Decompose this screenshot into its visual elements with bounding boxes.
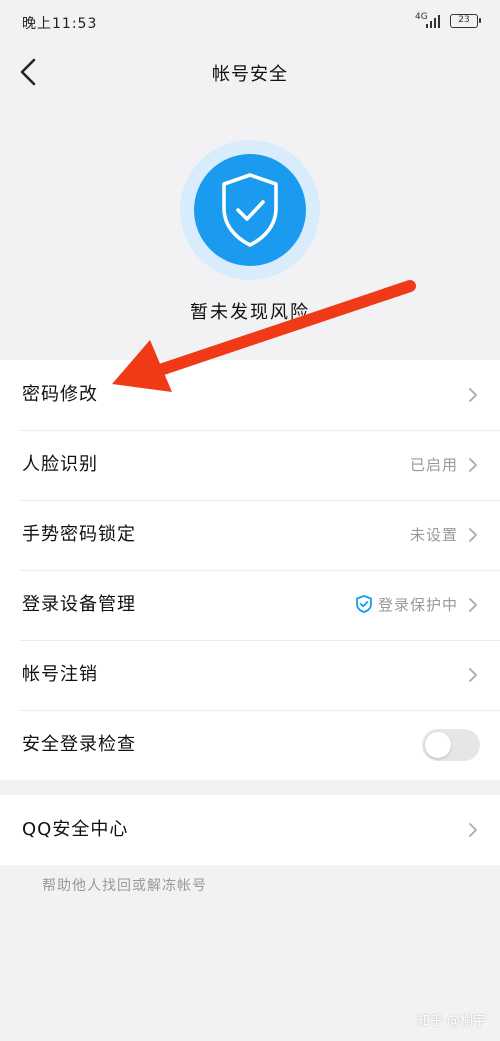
row-label: QQ安全中心 — [22, 819, 129, 840]
row-value: 登录保护中 — [377, 596, 458, 614]
row-label: 人脸识别 — [22, 454, 98, 475]
help-others-link[interactable]: 帮助他人找回或解冻帐号 — [42, 875, 207, 895]
battery-icon: 23 — [450, 14, 481, 28]
chevron-right-icon — [469, 388, 477, 402]
row-account-cancellation[interactable]: 帐号注销 — [0, 640, 500, 710]
chevron-right-icon — [469, 668, 477, 682]
chevron-right-icon — [469, 528, 477, 542]
security-status-hero: 暂未发现风险 — [0, 100, 500, 360]
row-face-recognition[interactable]: 人脸识别 已启用 — [0, 430, 500, 500]
row-label: 帐号注销 — [22, 664, 98, 685]
battery-level: 23 — [458, 15, 470, 25]
shield-check-icon — [356, 595, 372, 613]
row-value-wrap: 登录保护中 — [356, 570, 458, 640]
chevron-right-icon — [469, 598, 477, 612]
chevron-right-icon — [469, 823, 477, 837]
row-value: 已启用 — [409, 456, 458, 474]
toggle-knob — [425, 732, 451, 758]
row-label: 密码修改 — [22, 384, 98, 405]
row-password-change[interactable]: 密码修改 — [0, 360, 500, 430]
row-gesture-lock[interactable]: 手势密码锁定 未设置 — [0, 500, 500, 570]
row-label: 手势密码锁定 — [22, 524, 136, 545]
status-bar: 晚上11:53 4G 23 — [0, 0, 500, 44]
security-settings-list: 密码修改 人脸识别 已启用 手势密码锁定 未设置 登录设备管理 登录保护中 帐号… — [0, 360, 500, 780]
shield-check-icon — [222, 173, 278, 247]
row-qq-security-center[interactable]: QQ安全中心 — [0, 795, 500, 865]
signal-icon — [426, 14, 442, 28]
nav-bar: 帐号安全 — [0, 44, 500, 100]
shield-badge — [194, 154, 306, 266]
status-time: 晚上11:53 — [22, 16, 98, 32]
page-title: 帐号安全 — [212, 64, 288, 85]
row-secure-login-check: 安全登录检查 — [0, 710, 500, 780]
row-value: 未设置 — [409, 526, 458, 544]
row-device-management[interactable]: 登录设备管理 登录保护中 — [0, 570, 500, 640]
row-label: 安全登录检查 — [22, 734, 136, 755]
chevron-right-icon — [469, 458, 477, 472]
security-status-text: 暂未发现风险 — [190, 302, 310, 323]
row-label: 登录设备管理 — [22, 594, 136, 615]
watermark: 知乎 @桐宇 — [416, 1014, 486, 1029]
secure-login-check-toggle[interactable] — [422, 729, 480, 761]
qq-security-center-group: QQ安全中心 — [0, 795, 500, 865]
